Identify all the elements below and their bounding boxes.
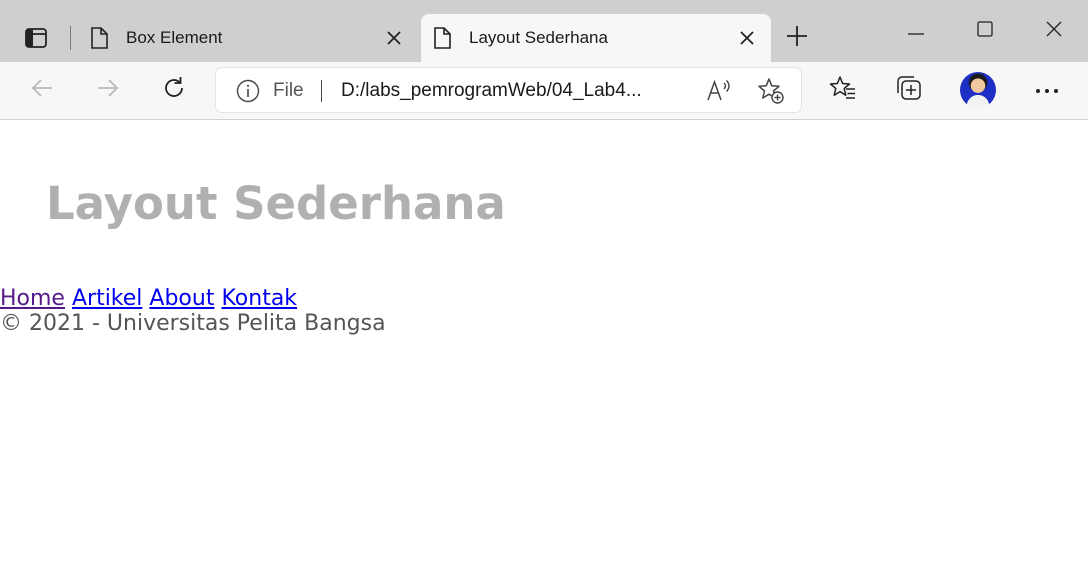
forward-arrow-icon xyxy=(96,78,120,103)
browser-toolbar: File D:/labs_pemrogramWeb/04_Lab4... xyxy=(0,62,1088,120)
more-button[interactable] xyxy=(1029,72,1065,108)
refresh-icon xyxy=(161,75,187,106)
tab-strip: Box Element Layout Sederhana xyxy=(0,0,1088,62)
footer-copyright: © 2021 - Universitas Pelita Bangsa xyxy=(0,311,386,336)
tab-separator xyxy=(70,26,71,50)
nav-link-about[interactable]: About xyxy=(149,286,214,311)
back-button[interactable] xyxy=(24,72,60,108)
page-title: Layout Sederhana xyxy=(46,177,506,230)
back-arrow-icon xyxy=(30,78,54,103)
address-scheme-label: File xyxy=(273,80,304,101)
profile-avatar[interactable] xyxy=(960,72,996,108)
collections-button[interactable] xyxy=(891,72,927,108)
address-url[interactable]: D:/labs_pemrogramWeb/04_Lab4... xyxy=(341,80,642,102)
tab-box-element[interactable]: Box Element xyxy=(78,14,418,62)
close-icon[interactable] xyxy=(737,28,757,48)
minimize-icon xyxy=(908,22,924,40)
close-window-button[interactable] xyxy=(1031,14,1077,48)
close-icon[interactable] xyxy=(384,28,404,48)
address-bar[interactable]: File D:/labs_pemrogramWeb/04_Lab4... xyxy=(216,68,801,112)
new-tab-button[interactable] xyxy=(782,23,812,53)
nav-link-home[interactable]: Home xyxy=(0,286,65,311)
page-icon xyxy=(433,27,451,54)
info-icon[interactable] xyxy=(236,79,260,103)
minimize-button[interactable] xyxy=(893,14,939,48)
tab-title: Box Element xyxy=(126,28,223,47)
favorites-button[interactable] xyxy=(825,72,861,108)
plus-icon xyxy=(786,25,808,52)
address-divider xyxy=(321,80,322,102)
maximize-icon xyxy=(977,20,993,42)
tab-title: Layout Sederhana xyxy=(469,28,608,47)
close-icon xyxy=(1046,21,1062,42)
page-content: Layout Sederhana Home Artikel About Kont… xyxy=(0,120,1088,578)
favorites-icon xyxy=(829,75,857,106)
more-icon xyxy=(1035,81,1059,99)
read-aloud-icon[interactable] xyxy=(706,78,732,104)
page-icon xyxy=(90,27,108,54)
refresh-button[interactable] xyxy=(156,72,192,108)
star-plus-icon[interactable] xyxy=(757,77,785,105)
nav-link-kontak[interactable]: Kontak xyxy=(221,286,297,311)
tab-actions-icon[interactable] xyxy=(20,24,52,52)
nav-link-artikel[interactable]: Artikel xyxy=(72,286,142,311)
collections-icon xyxy=(895,74,923,107)
maximize-button[interactable] xyxy=(962,14,1008,48)
tab-layout-sederhana[interactable]: Layout Sederhana xyxy=(421,14,771,62)
forward-button[interactable] xyxy=(90,72,126,108)
